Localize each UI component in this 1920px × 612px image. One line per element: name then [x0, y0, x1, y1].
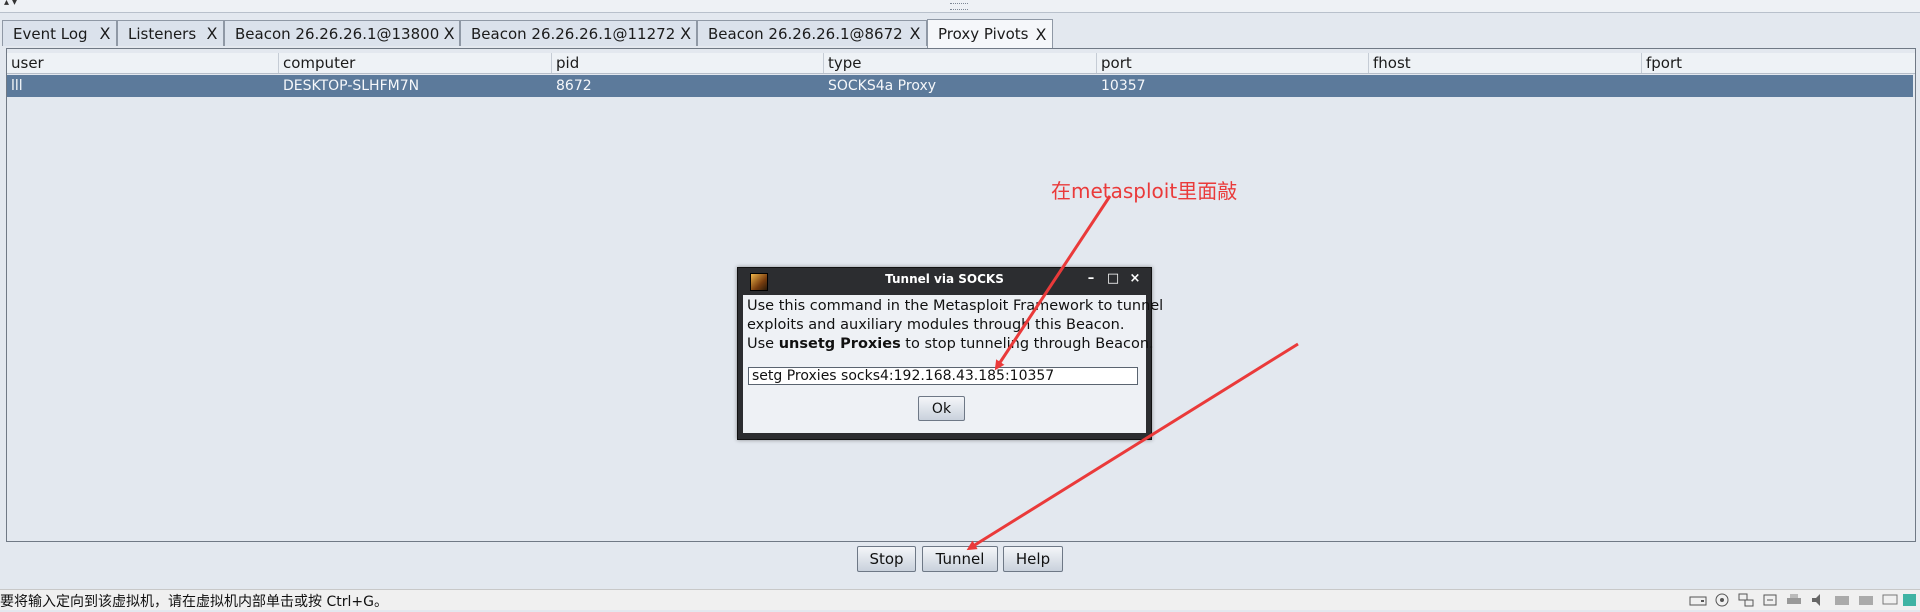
usb-icon[interactable]: [1761, 592, 1779, 608]
network-icon[interactable]: [1737, 592, 1755, 608]
printer-icon[interactable]: [1785, 592, 1803, 608]
display-icon[interactable]: [1881, 592, 1899, 608]
status-hint-text: 要将输入定向到该虚拟机，请在虚拟机内部单击或按 Ctrl+G。: [0, 594, 388, 610]
annotation-arrow-to-tunnel: [966, 342, 1299, 551]
vm-status-bar: 要将输入定向到该虚拟机，请在虚拟机内部单击或按 Ctrl+G。: [0, 589, 1920, 610]
speaker-icon[interactable]: [1809, 592, 1827, 608]
device-icon[interactable]: [1857, 592, 1875, 608]
cdrom-icon[interactable]: [1713, 592, 1731, 608]
notes-icon[interactable]: [1901, 592, 1919, 608]
annotation-arrow-to-command: [994, 195, 1112, 371]
annotation-arrows: [966, 195, 1299, 551]
device-icon[interactable]: [1833, 592, 1851, 608]
hdd-icon[interactable]: [1689, 592, 1707, 608]
